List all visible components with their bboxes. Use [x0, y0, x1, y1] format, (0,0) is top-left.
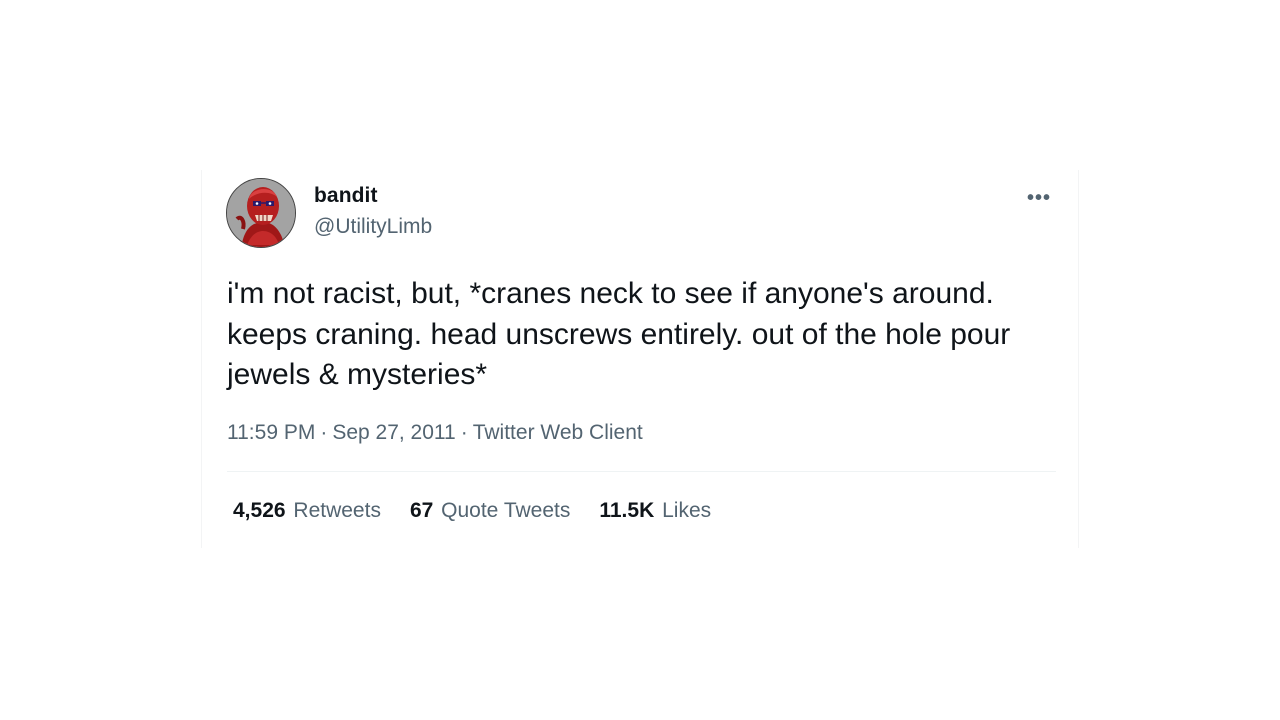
tweet-text: i'm not racist, but, *cranes neck to see…: [227, 277, 1019, 391]
tweet-stats: 4,526 Retweets 67 Quote Tweets 11.5K Lik…: [233, 499, 740, 523]
more-dots-icon: •••: [1026, 187, 1051, 209]
user-avatar[interactable]: [226, 178, 296, 248]
more-options-button[interactable]: •••: [1024, 186, 1054, 210]
retweets-count: 4,526: [233, 499, 286, 522]
tweet-timestamp-line: 11:59 PM · Sep 27, 2011 · Twitter Web Client: [227, 421, 643, 445]
tweet-card: bandit @UtilityLimb ••• i'm not racist, …: [201, 170, 1079, 548]
user-handle[interactable]: @UtilityLimb: [314, 215, 432, 239]
likes-count: 11.5K: [599, 499, 655, 522]
red-creature-avatar-icon: [227, 179, 295, 247]
quote-tweets-label: Quote Tweets: [441, 499, 571, 522]
retweets-stat[interactable]: 4,526 Retweets: [233, 499, 381, 523]
display-name[interactable]: bandit: [314, 184, 378, 208]
likes-stat[interactable]: 11.5K Likes: [599, 499, 711, 523]
quote-tweets-stat[interactable]: 67 Quote Tweets: [410, 499, 570, 523]
tweet-client[interactable]: Twitter Web Client: [473, 421, 643, 444]
tweet-date[interactable]: Sep 27, 2011: [332, 421, 455, 444]
quote-tweets-count: 67: [409, 499, 434, 522]
divider: [227, 471, 1056, 472]
likes-label: Likes: [662, 499, 712, 522]
separator-dot: ·: [320, 421, 328, 444]
separator-dot: ·: [460, 421, 468, 444]
tweet-time[interactable]: 11:59 PM: [227, 421, 315, 444]
retweets-label: Retweets: [293, 499, 381, 522]
